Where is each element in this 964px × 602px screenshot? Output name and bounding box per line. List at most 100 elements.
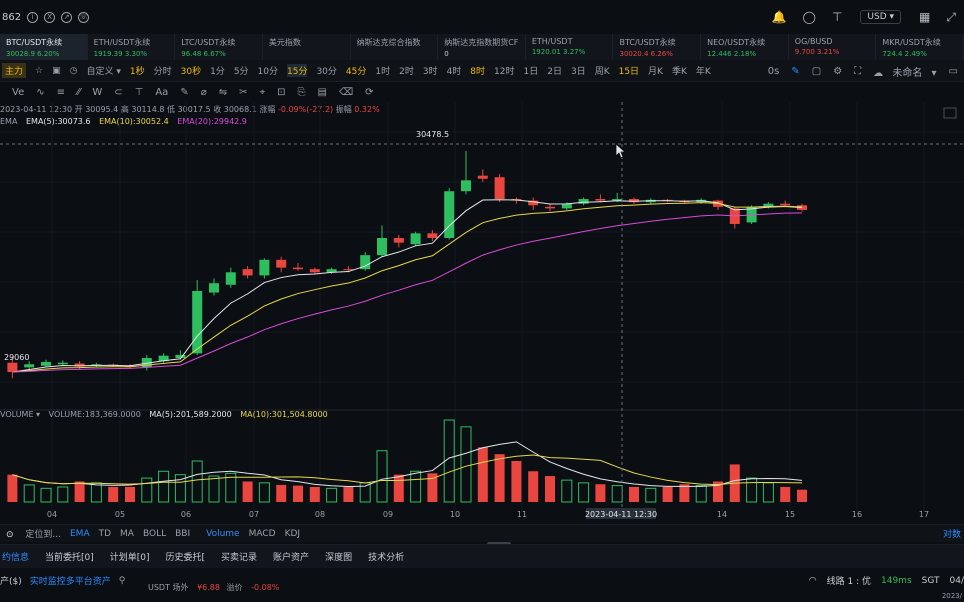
high-marker: 30478.5 bbox=[416, 130, 449, 139]
lead-tag[interactable]: 主力 bbox=[2, 63, 27, 78]
interval-option[interactable]: 月K bbox=[648, 64, 663, 77]
ticker-tab[interactable]: BTC/USDT永续 30020.4 6.26% bbox=[613, 34, 702, 60]
interval-option[interactable]: 2日 bbox=[547, 64, 562, 77]
indicator-option[interactable]: MA bbox=[120, 529, 134, 539]
interval-option[interactable]: 1秒 bbox=[130, 64, 145, 77]
grid-icon[interactable]: ▦ bbox=[919, 10, 930, 24]
draw-tool-icon[interactable]: ≡ bbox=[57, 87, 65, 98]
indicator-option[interactable]: EMA bbox=[70, 529, 90, 539]
ticker-tab[interactable]: BTC/USDT永续 30028.9 6.20% bbox=[0, 34, 88, 60]
interval-option[interactable]: 季K bbox=[672, 64, 687, 77]
interval-option[interactable]: 12时 bbox=[494, 64, 514, 77]
draw-tool-icon[interactable]: Ve bbox=[12, 87, 24, 98]
draw-tool-icon[interactable]: ⌖ bbox=[260, 87, 266, 98]
indicator-option[interactable]: Volume bbox=[206, 529, 239, 539]
interval-option[interactable]: 1日 bbox=[523, 64, 538, 77]
star-icon[interactable]: ☆ bbox=[35, 66, 43, 76]
currency-select[interactable]: USD ▾ bbox=[860, 10, 902, 24]
ticker-tab[interactable]: ETH/USDT永续 1919.39 3.30% bbox=[88, 34, 176, 60]
indicator-option[interactable]: TD bbox=[99, 529, 111, 539]
interval-option[interactable]: 分时 bbox=[154, 64, 172, 77]
ticker-tab[interactable]: NEO/USDT永续 12.446 2.18% bbox=[701, 34, 789, 60]
bottom-tab[interactable]: 计划单[0] bbox=[110, 550, 150, 563]
indicator-option[interactable]: KDJ bbox=[285, 529, 301, 539]
interval-option[interactable]: 30秒 bbox=[181, 64, 201, 77]
interval-option[interactable]: 1时 bbox=[375, 64, 390, 77]
search-icon[interactable]: ◯ bbox=[803, 10, 816, 24]
interval-option[interactable]: 30分 bbox=[316, 64, 336, 77]
interval-option[interactable]: 3时 bbox=[423, 64, 438, 77]
shirt-icon[interactable]: ⊤ bbox=[832, 10, 842, 24]
bottom-tab[interactable]: 账户资产 bbox=[273, 550, 309, 563]
log-scale-toggle[interactable]: 对数 bbox=[943, 527, 961, 540]
draw-tool-icon[interactable]: ∿ bbox=[36, 87, 44, 98]
indicator-option[interactable]: BOLL bbox=[143, 529, 166, 539]
ticker-tab[interactable]: LTC/USDT永续 96.48 6.67% bbox=[175, 34, 263, 60]
bottom-tab[interactable]: 历史委托[ bbox=[166, 550, 206, 563]
volume-bar bbox=[528, 471, 539, 502]
draw-tool-icon[interactable]: W bbox=[92, 87, 102, 98]
draw-tool-icon[interactable]: ▤ bbox=[318, 87, 327, 98]
monitor-link[interactable]: 实时监控多平台资产 bbox=[30, 574, 111, 587]
window-icon[interactable]: ▭ bbox=[949, 66, 958, 77]
interval-option[interactable]: 45分 bbox=[346, 64, 366, 77]
pin-icon[interactable]: ⚲ bbox=[119, 576, 126, 586]
draw-tool-icon[interactable]: ✎ bbox=[180, 87, 188, 98]
ticker-tab[interactable]: 美元指数 bbox=[263, 34, 351, 60]
settings-icon[interactable]: ⚙ bbox=[833, 66, 842, 77]
indicator-option[interactable]: MACD bbox=[249, 529, 276, 539]
volume-bar bbox=[191, 460, 203, 503]
draw-tool-icon[interactable]: Aa bbox=[155, 87, 168, 98]
bottom-tab[interactable]: 约信息 bbox=[2, 550, 29, 563]
locate-button[interactable]: ⊙ 定位到... bbox=[6, 527, 61, 540]
calendar-icon[interactable]: ▣ bbox=[52, 66, 61, 76]
interval-option[interactable]: 15分 bbox=[287, 64, 308, 77]
draw-tool-icon[interactable]: ⊂ bbox=[114, 87, 122, 98]
phone-icon[interactable]: ☏ bbox=[78, 11, 90, 23]
volume-bar bbox=[393, 474, 404, 502]
draw-tool-icon[interactable]: ⎘ bbox=[298, 87, 306, 98]
interval-option[interactable]: 4时 bbox=[447, 64, 462, 77]
share-icon[interactable]: ↗ bbox=[61, 11, 73, 23]
interval-option[interactable]: 8时 bbox=[470, 64, 485, 77]
clock-icon[interactable]: ◷ bbox=[70, 66, 78, 76]
info-icon[interactable]: i bbox=[27, 11, 39, 23]
interval-option[interactable]: 3日 bbox=[571, 64, 586, 77]
indicator-option[interactable]: BBI bbox=[175, 529, 190, 539]
ticker-tab[interactable]: ETH/USDT 1920.01 3.27% bbox=[526, 34, 614, 60]
price-chart[interactable]: 04 05 06 07 08 09 10 11 14 15 16 17 2023-04-11 12:30… bbox=[0, 102, 964, 522]
bottom-tab[interactable]: 当前委托[0] bbox=[45, 550, 94, 563]
interval-right-tools: 0s ✎ ▢ ⚙ ⛶ ☁ 未命名 ▾ ▭ bbox=[762, 60, 964, 82]
draw-tool-icon[interactable]: ⌀ bbox=[201, 87, 207, 98]
bottom-tab[interactable]: 买卖记录 bbox=[221, 550, 257, 563]
interval-option[interactable]: 周K bbox=[595, 64, 610, 77]
ticker-tab[interactable]: 纳斯达克指数期货CF 0 bbox=[438, 34, 526, 60]
draw-tool-icon[interactable]: ✂ bbox=[239, 87, 247, 98]
draw-tool-icon[interactable]: ⊡ bbox=[277, 87, 285, 98]
bottom-tab[interactable]: 技术分析 bbox=[368, 550, 404, 563]
bottom-tab[interactable]: 深度图 bbox=[325, 550, 352, 563]
x-tick-label: 06 bbox=[181, 510, 191, 519]
pen-icon[interactable]: ✎ bbox=[791, 66, 799, 77]
draw-tool-icon[interactable]: ⁄⁄ bbox=[77, 87, 80, 98]
ticker-tab[interactable]: MKR/USDT永续 724.4 2.49% bbox=[876, 34, 964, 60]
ticker-tab[interactable]: 纳斯达克综合指数 bbox=[351, 34, 439, 60]
fullscreen-icon[interactable]: ⛶ bbox=[854, 66, 861, 77]
interval-option[interactable]: 1分 bbox=[210, 64, 225, 77]
draw-tool-icon[interactable]: ⟳ bbox=[365, 87, 373, 98]
draw-tool-icon[interactable]: ⌫ bbox=[339, 87, 353, 98]
interval-option[interactable]: 年K bbox=[696, 64, 711, 77]
draw-tool-icon[interactable]: ⊤ bbox=[135, 87, 144, 98]
x-icon[interactable]: X bbox=[44, 11, 56, 23]
interval-option[interactable]: 2时 bbox=[399, 64, 414, 77]
bell-icon[interactable]: 🔔 bbox=[772, 10, 787, 24]
expand-icon[interactable]: ⤢ bbox=[946, 10, 956, 25]
ticker-tab[interactable]: OG/BUSD 9.700 3.21% bbox=[789, 34, 877, 60]
interval-option[interactable]: 5分 bbox=[234, 64, 249, 77]
screenshot-icon[interactable]: ▢ bbox=[812, 66, 821, 77]
interval-option[interactable]: 10分 bbox=[258, 64, 278, 77]
interval-option[interactable]: 15日 bbox=[619, 64, 639, 77]
custom-interval[interactable]: 自定义 ▾ bbox=[86, 64, 120, 77]
layout-name[interactable]: ☁ 未命名 ▾ bbox=[873, 64, 936, 79]
draw-tool-icon[interactable]: ⇋ bbox=[219, 87, 227, 98]
